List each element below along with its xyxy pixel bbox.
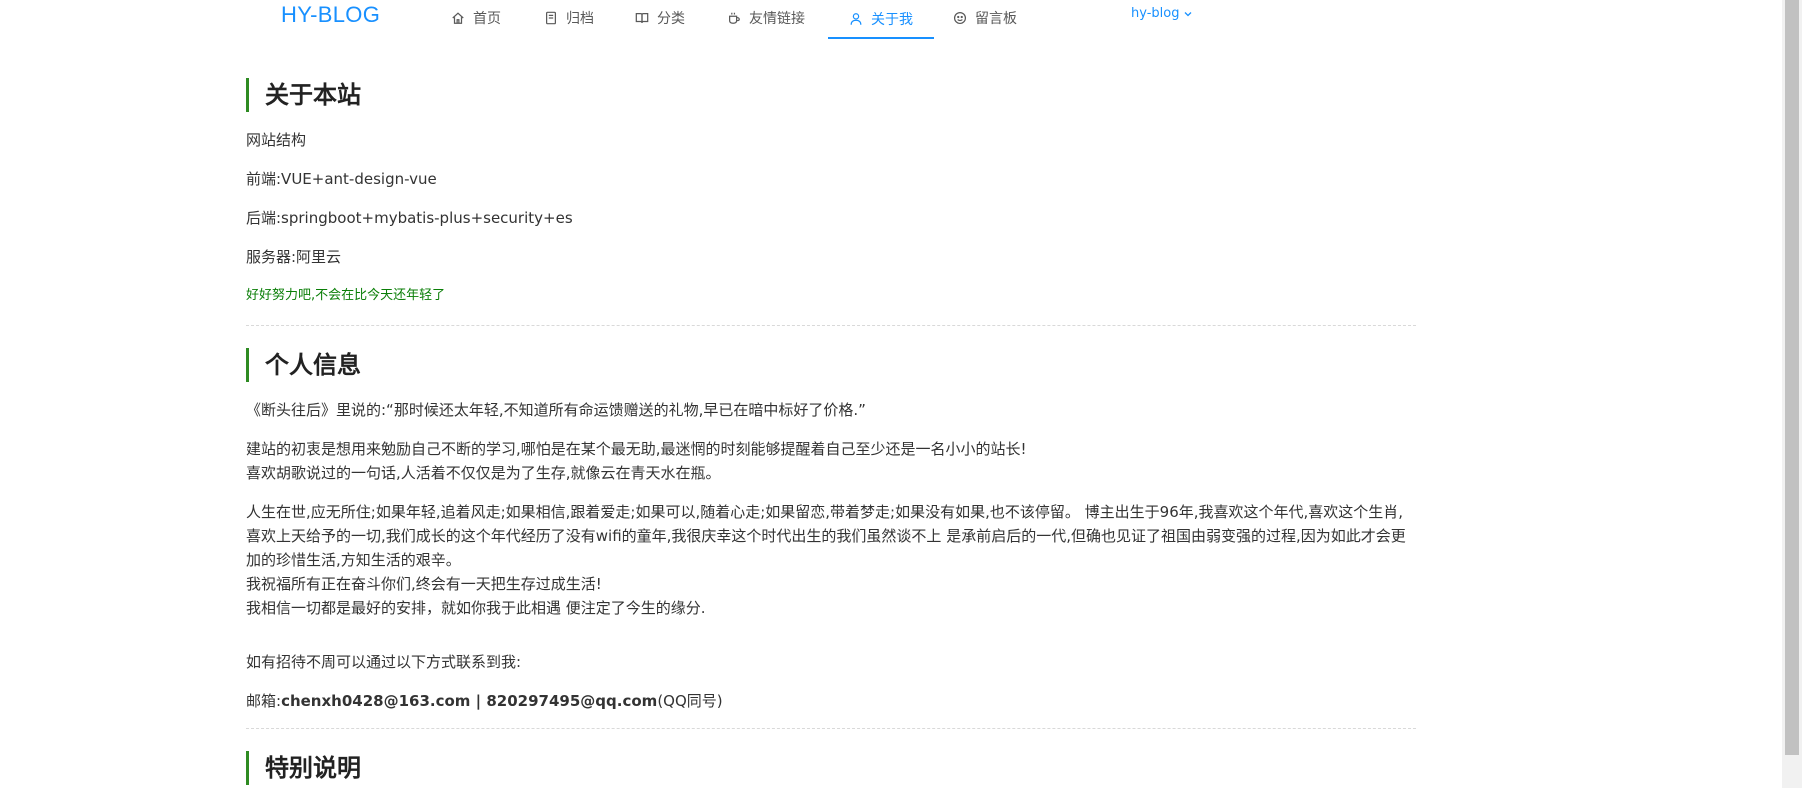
- personal-info-title: 个人信息: [246, 348, 1416, 382]
- backend-info: 后端:springboot+mybatis-plus+security+es: [246, 209, 573, 227]
- life-paragraph: 人生在世,应无所住;如果年轻,追着风走;如果相信,跟着爱走;如果可以,随着心走;…: [246, 500, 1416, 620]
- intro-paragraph: 建站的初衷是想用来勉励自己不断的学习,哪怕是在某个最无助,最迷惘的时刻能够提醒着…: [246, 437, 1416, 485]
- nav-friend-links-label: 友情链接: [749, 11, 805, 27]
- blessing-line: 我祝福所有正在奋斗你们,终会有一天把生存过成生活!: [246, 575, 602, 593]
- frontend-info: 前端:VUE+ant-design-vue: [246, 170, 437, 188]
- life-text: 人生在世,应无所住;如果年轻,追着风走;如果相信,跟着爱走;如果可以,随着心走;…: [246, 503, 1406, 569]
- coffee-icon: [727, 11, 741, 25]
- nav-category-label: 分类: [657, 11, 685, 27]
- quote-paragraph: 《断头往后》里说的:“那时候还太年轻,不知道所有命运馈赠送的礼物,早已在暗中标好…: [246, 401, 866, 419]
- about-site-title: 关于本站: [246, 78, 1416, 112]
- contact-separator: |: [470, 692, 487, 710]
- section-divider: [246, 325, 1416, 326]
- nav-archive[interactable]: 归档: [544, 0, 594, 36]
- nav-friend-links[interactable]: 友情链接: [727, 0, 805, 36]
- intro-line-2: 喜欢胡歌说过的一句话,人活着不仅仅是为了生存,就像云在青天水在瓶。: [246, 464, 721, 482]
- nav-about[interactable]: 关于我: [828, 0, 934, 39]
- smile-icon: [953, 11, 967, 25]
- contact-line: 邮箱:chenxh0428@163.com | 820297495@qq.com…: [246, 689, 1416, 713]
- main-content: 关于本站 网站结构 前端:VUE+ant-design-vue 后端:sprin…: [246, 78, 1416, 801]
- nav-message-board-label: 留言板: [975, 11, 1017, 27]
- user-dropdown[interactable]: hy-blog: [1131, 6, 1193, 21]
- intro-line-1: 建站的初衷是想用来勉励自己不断的学习,哪怕是在某个最无助,最迷惘的时刻能够提醒着…: [246, 440, 1027, 458]
- scrollbar-thumb[interactable]: [1785, 0, 1799, 755]
- nav-about-label: 关于我: [871, 11, 913, 28]
- email-secondary[interactable]: 820297495@qq.com: [486, 692, 657, 710]
- qq-note: (QQ同号): [657, 692, 723, 710]
- chevron-down-icon: [1185, 11, 1192, 16]
- user-icon: [849, 12, 863, 26]
- page-scrollbar[interactable]: [1782, 0, 1802, 788]
- user-dropdown-label: hy-blog: [1131, 6, 1180, 21]
- motto-text: 好好努力吧,不会在比今天还年轻了: [246, 288, 446, 303]
- top-navbar: HY-BLOG 首页 归档 分类 友情链接 关于我 留言板 hy-blog: [0, 0, 1782, 40]
- site-logo[interactable]: HY-BLOG: [281, 2, 380, 28]
- nav-category[interactable]: 分类: [635, 0, 685, 36]
- home-icon: [451, 11, 465, 25]
- fate-line: 我相信一切都是最好的安排，就如你我于此相遇 便注定了今生的缘分.: [246, 599, 706, 617]
- book-icon: [544, 11, 558, 25]
- contact-intro: 如有招待不周可以通过以下方式联系到我:: [246, 653, 522, 671]
- contact-label: 邮箱:: [246, 692, 282, 710]
- special-notes-title: 特别说明: [246, 751, 1416, 785]
- nav-message-board[interactable]: 留言板: [953, 0, 1017, 36]
- section-divider: [246, 728, 1416, 729]
- nav-home-label: 首页: [473, 11, 501, 27]
- nav-archive-label: 归档: [566, 11, 594, 27]
- site-structure-label: 网站结构: [246, 131, 307, 149]
- email-primary[interactable]: chenxh0428@163.com: [281, 692, 470, 710]
- nav-home[interactable]: 首页: [451, 0, 501, 36]
- server-info: 服务器:阿里云: [246, 248, 342, 266]
- read-icon: [635, 11, 649, 25]
